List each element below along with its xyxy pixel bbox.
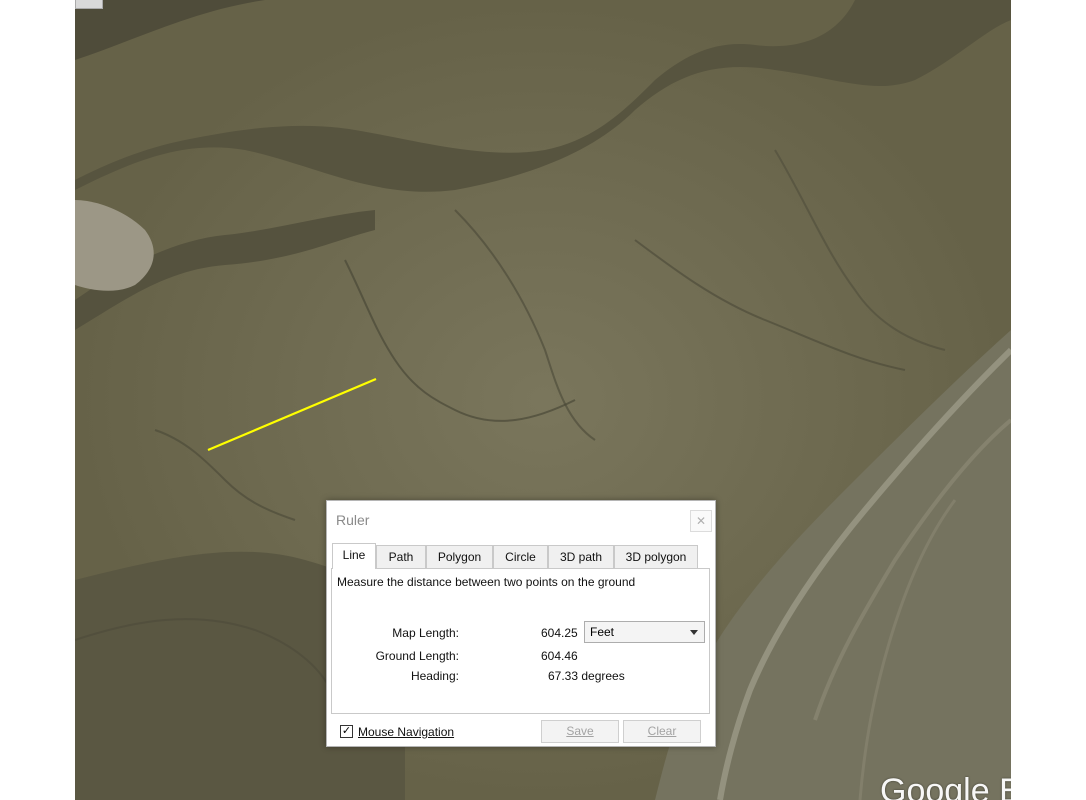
heading-label: Heading:: [410, 669, 459, 683]
checkmark-icon: ✓: [341, 725, 352, 737]
map-corner-control[interactable]: [75, 0, 103, 9]
mouse-navigation-checkbox[interactable]: ✓: [340, 725, 353, 738]
clear-button[interactable]: Clear: [623, 720, 701, 743]
google-watermark: Google E: [880, 772, 1011, 800]
dialog-footer: ✓ Mouse Navigation Save Clear: [327, 716, 715, 746]
unit-select[interactable]: Feet: [584, 621, 705, 643]
dialog-title: Ruler: [336, 512, 370, 528]
ground-length-label: Ground Length:: [375, 649, 459, 663]
tab-line[interactable]: Line: [332, 543, 376, 569]
tab-3d-path[interactable]: 3D path: [548, 545, 614, 568]
panel-description: Measure the distance between two points …: [337, 575, 636, 589]
save-button[interactable]: Save: [541, 720, 619, 743]
unit-selected: Feet: [590, 625, 615, 639]
map-length-value: 604.25: [541, 626, 578, 640]
ground-length-value: 604.46: [541, 649, 578, 663]
chevron-down-icon: [690, 630, 698, 635]
tab-circle[interactable]: Circle: [493, 545, 548, 568]
ruler-dialog: Ruler ✕ Line Path Polygon Circle 3D path…: [326, 500, 716, 747]
close-icon: ✕: [695, 514, 707, 528]
line-panel: Measure the distance between two points …: [331, 568, 710, 714]
heading-value: 67.33 degrees: [548, 669, 625, 683]
tab-polygon[interactable]: Polygon: [426, 545, 493, 568]
mouse-navigation-label[interactable]: Mouse Navigation: [358, 725, 454, 739]
tab-path[interactable]: Path: [376, 545, 426, 568]
ruler-titlebar[interactable]: Ruler ✕: [327, 501, 715, 539]
map-length-label: Map Length:: [392, 626, 459, 640]
close-button[interactable]: ✕: [690, 510, 712, 532]
tab-3d-polygon[interactable]: 3D polygon: [614, 545, 698, 568]
